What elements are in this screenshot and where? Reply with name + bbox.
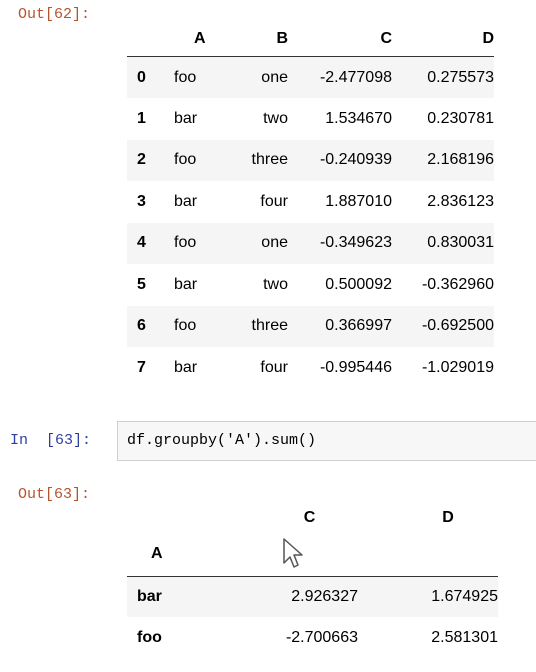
out-prompt-62: Out[62]:	[18, 6, 91, 23]
cell-a: foo	[174, 317, 197, 335]
table-header-row: A B C D	[127, 22, 494, 57]
cell-d: -0.362960	[421, 275, 494, 293]
row-index: 7	[137, 358, 146, 376]
column-header: D	[442, 509, 454, 526]
cell-d: 0.830031	[427, 234, 494, 252]
cell-d: 2.581301	[431, 628, 498, 646]
table-row: foo -2.700663 2.581301	[127, 617, 498, 658]
cell-c: 0.366997	[325, 317, 392, 335]
cell-b: four	[260, 358, 288, 376]
cell-c: -0.995446	[319, 358, 392, 376]
cell-a: bar	[174, 358, 198, 376]
cell-d: 1.674925	[431, 587, 498, 605]
table-row: 3 bar four 1.887010 2.836123	[127, 181, 494, 223]
row-index: 5	[137, 275, 146, 293]
column-header: A	[194, 30, 206, 47]
cell-a: bar	[174, 275, 198, 293]
cell-c: -0.349623	[319, 234, 392, 252]
cell-d: 0.230781	[427, 109, 494, 127]
table-row: 5 bar two 0.500092 -0.362960	[127, 264, 494, 306]
table-row: 7 bar four -0.995446 -1.029019	[127, 347, 494, 389]
cell-b: three	[251, 317, 288, 335]
cell-a: bar	[174, 192, 198, 210]
mouse-pointer-icon	[283, 538, 303, 568]
column-header: C	[380, 30, 392, 47]
cell-d: -0.692500	[421, 317, 494, 335]
index-header	[127, 503, 201, 533]
table-row: 0 foo one -2.477098 0.275573	[127, 56, 494, 98]
cell-c: 1.534670	[325, 109, 392, 127]
in-prompt-63: In [63]:	[10, 432, 92, 449]
cell-d: 2.836123	[427, 192, 494, 210]
column-header: D	[482, 30, 494, 47]
cell-c: 2.926327	[291, 587, 358, 605]
cell-b: three	[251, 151, 288, 169]
row-index: bar	[137, 587, 162, 605]
row-index: 4	[137, 234, 146, 252]
cell-b: one	[261, 68, 288, 86]
row-index: 6	[137, 317, 146, 335]
cell-b: four	[260, 192, 288, 210]
cell-b: one	[261, 234, 288, 252]
table-row: bar 2.926327 1.674925	[127, 576, 498, 617]
cell-b: two	[263, 109, 288, 127]
index-header	[127, 22, 174, 57]
cell-d: 2.168196	[427, 151, 494, 169]
cell-b: two	[263, 275, 288, 293]
code-text[interactable]: df.groupby('A').sum()	[127, 432, 316, 449]
row-index: 1	[137, 109, 146, 127]
cell-c: 0.500092	[325, 275, 392, 293]
row-index: 2	[137, 151, 146, 169]
table-row: 2 foo three -0.240939 2.168196	[127, 139, 494, 181]
cell-a: bar	[174, 109, 198, 127]
cell-a: foo	[174, 234, 197, 252]
cell-d: -1.029019	[421, 358, 494, 376]
row-index: 0	[137, 68, 146, 86]
table-row: 1 bar two 1.534670 0.230781	[127, 98, 494, 140]
table-row: 6 foo three 0.366997 -0.692500	[127, 305, 494, 347]
column-header: B	[276, 30, 288, 47]
out-prompt-63: Out[63]:	[18, 486, 91, 503]
index-name: A	[151, 545, 163, 563]
table-row: 4 foo one -0.349623 0.830031	[127, 222, 494, 264]
cell-a: foo	[174, 151, 197, 169]
index-name-row: A	[127, 533, 498, 576]
row-index: foo	[137, 628, 162, 646]
column-header: C	[303, 509, 316, 526]
row-index: 3	[137, 192, 146, 210]
table-header-row: C D	[127, 503, 498, 533]
cell-c: -2.700663	[285, 628, 358, 646]
cell-a: foo	[174, 68, 197, 86]
dataframe-output-62: A B C D 0 foo one -2.477098 0.275573 1 bar two 1…	[127, 22, 494, 389]
cell-d: 0.275573	[427, 68, 494, 86]
dataframe-output-63: C D A bar 2.926327 1.674925 foo -2.700663 2.5…	[127, 503, 498, 658]
cell-c: -2.477098	[319, 68, 392, 86]
cell-c: 1.887010	[325, 192, 392, 210]
cell-c: -0.240939	[319, 151, 392, 169]
